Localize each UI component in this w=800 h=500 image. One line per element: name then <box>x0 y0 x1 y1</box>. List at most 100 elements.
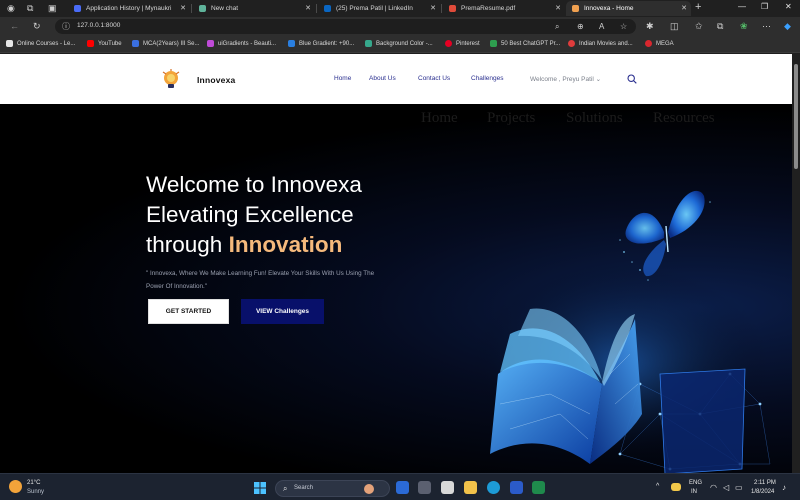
task-view-icon[interactable] <box>418 481 431 494</box>
weather-sun-icon[interactable] <box>9 480 22 493</box>
view-challenges-button[interactable]: VIEW Challenges <box>241 299 324 324</box>
bookmark-chatgpt-prompts[interactable]: 50 Best ChatGPT Pr... <box>490 40 560 47</box>
favorite-star-icon[interactable]: ☆ <box>620 22 627 31</box>
clock-date[interactable]: 1/8/2024 <box>751 489 774 495</box>
weather-description[interactable]: Sunny <box>27 489 44 495</box>
workspaces-icon[interactable]: ⧉ <box>27 4 33 13</box>
bookmark-indian-movies[interactable]: Indian Movies and... <box>568 40 633 47</box>
edge-copilot-icon[interactable]: ◆ <box>784 22 791 31</box>
ghost-nav-projects: Projects <box>487 110 536 126</box>
bookmark-mca[interactable]: MCA(2Years) III Se... <box>132 40 199 47</box>
tab-linkedin[interactable]: (25) Prema Patil | LinkedIn ✕ <box>318 1 440 16</box>
copilot-app-icon[interactable] <box>396 481 409 494</box>
digital-book-illustration-icon <box>470 264 771 473</box>
nav-challenges-link[interactable]: Challenges <box>471 75 504 82</box>
bookmark-uigradients[interactable]: uiGradients - Beauti... <box>207 40 276 47</box>
browser-tab-bar: ◉ ⧉ ▣ Application History | Mynaukri ✕ N… <box>0 0 800 17</box>
close-tab-icon[interactable]: ✕ <box>555 4 561 12</box>
bookmark-label: 50 Best ChatGPT Pr... <box>501 40 561 47</box>
bookmark-mega[interactable]: MEGA <box>645 40 674 47</box>
notifications-bell-icon[interactable]: ♪ <box>782 483 786 492</box>
nav-home-link[interactable]: Home <box>334 75 351 82</box>
word-app-icon[interactable] <box>510 481 523 494</box>
bookmark-favicon-icon <box>365 40 372 47</box>
weather-temperature[interactable]: 21°C <box>27 480 40 486</box>
close-window-icon[interactable]: ✕ <box>785 2 792 11</box>
input-region[interactable]: IN <box>691 489 697 495</box>
windows-start-icon[interactable] <box>254 482 266 494</box>
battery-icon[interactable]: ▭ <box>735 483 743 492</box>
show-hidden-icons-icon[interactable]: ^ <box>656 483 659 490</box>
chevron-down-icon: ⌄ <box>595 76 602 83</box>
mega-icon <box>645 40 652 47</box>
user-menu[interactable]: Welcome , Preyu Patil ⌄ <box>530 75 601 83</box>
close-tab-icon[interactable]: ✕ <box>305 4 311 12</box>
ghost-nav-home: Home <box>421 110 458 126</box>
windows-taskbar: 21°C Sunny ⌕ Search ^ ENG IN ◠ ◁ ▭ 2:11 … <box>0 473 800 500</box>
search-icon[interactable] <box>627 74 637 84</box>
bookmark-label: Background Color -... <box>376 40 433 47</box>
back-icon[interactable]: ← <box>10 22 19 31</box>
logo-text[interactable]: Innovexa <box>197 75 235 85</box>
nav-about-link[interactable]: About Us <box>369 75 396 82</box>
bookmark-online-courses[interactable]: Online Courses - Le... <box>6 40 75 47</box>
tab-innovexa-home[interactable]: Innovexa - Home ✕ <box>566 1 691 16</box>
split-screen-icon[interactable]: ◫ <box>670 22 679 31</box>
favorites-icon[interactable]: ✩ <box>695 22 703 31</box>
innovexa-logo-icon[interactable] <box>160 68 182 90</box>
close-tab-icon[interactable]: ✕ <box>430 4 436 12</box>
profile-icon[interactable]: ◉ <box>7 4 15 13</box>
bookmark-youtube[interactable]: YouTube <box>87 40 122 47</box>
tray-app-icon[interactable] <box>671 483 681 491</box>
hero-heading-line-3: through Innovation <box>146 232 342 258</box>
new-tab-icon[interactable]: + <box>695 2 701 13</box>
file-explorer-icon[interactable] <box>464 481 477 494</box>
bookmark-label: Blue Gradient: +90... <box>299 40 355 47</box>
pycharm-app-icon[interactable] <box>532 481 545 494</box>
tab-new-chat[interactable]: New chat ✕ <box>193 1 315 16</box>
notepad-app-icon[interactable] <box>441 481 454 494</box>
url-text[interactable]: 127.0.0.1:8000 <box>77 22 120 29</box>
pdf-favicon-icon <box>449 5 456 12</box>
hero-heading-accent: Innovation <box>228 232 343 257</box>
copilot-icon[interactable]: ❀ <box>740 22 748 31</box>
ghost-nav-resources: Resources <box>653 110 715 126</box>
get-started-button[interactable]: GET STARTED <box>148 299 229 324</box>
hero-tagline: " Innovexa, Where We Make Learning Fun! … <box>146 270 375 290</box>
zoom-icon[interactable]: ⊕ <box>577 22 584 31</box>
maximize-icon[interactable]: ❐ <box>761 2 768 11</box>
bookmark-background-color[interactable]: Background Color -... <box>365 40 433 47</box>
bookmark-label: MEGA <box>656 40 674 47</box>
nav-contact-link[interactable]: Contact Us <box>418 75 450 82</box>
wifi-icon[interactable]: ◠ <box>710 483 717 492</box>
collections-icon[interactable]: ⧉ <box>717 22 723 31</box>
extensions-icon[interactable]: ✱ <box>646 22 654 31</box>
bookmark-pinterest[interactable]: Pinterest <box>445 40 480 47</box>
address-bar[interactable]: ⓘ 127.0.0.1:8000 ⌕ ⊕ A ☆ <box>55 19 636 34</box>
volume-icon[interactable]: ◁ <box>723 483 729 492</box>
tab-actions-icon[interactable]: ▣ <box>48 4 57 13</box>
bookmark-blue-gradient[interactable]: Blue Gradient: +90... <box>288 40 354 47</box>
edge-browser-icon[interactable] <box>487 481 500 494</box>
input-language[interactable]: ENG <box>689 480 702 486</box>
clock-time[interactable]: 2:11 PM <box>754 480 776 486</box>
more-options-icon[interactable]: ⋯ <box>762 22 771 31</box>
close-tab-icon[interactable]: ✕ <box>681 4 687 12</box>
search-placeholder: Search <box>294 485 314 491</box>
scrollbar-thumb[interactable] <box>794 64 798 169</box>
minimize-icon[interactable]: — <box>738 2 746 11</box>
bookmark-label: Indian Movies and... <box>579 40 633 47</box>
tab-resume-pdf[interactable]: PremaResume.pdf ✕ <box>443 1 565 16</box>
hero-heading-line-1: Welcome to Innovexa <box>146 172 362 197</box>
bookmark-favicon-icon <box>568 40 575 47</box>
bookmark-favicon-icon <box>207 40 214 47</box>
tab-application-history[interactable]: Application History | Mynaukri ✕ <box>68 1 190 16</box>
read-aloud-icon[interactable]: A <box>599 22 604 31</box>
reload-icon[interactable]: ↻ <box>33 22 41 31</box>
site-info-icon[interactable]: ⓘ <box>62 22 70 31</box>
youtube-icon <box>87 40 94 47</box>
search-in-page-icon[interactable]: ⌕ <box>555 22 559 31</box>
taskbar-search-box[interactable]: ⌕ Search <box>275 480 390 497</box>
close-tab-icon[interactable]: ✕ <box>180 4 186 12</box>
mynaukri-favicon-icon <box>74 5 81 12</box>
